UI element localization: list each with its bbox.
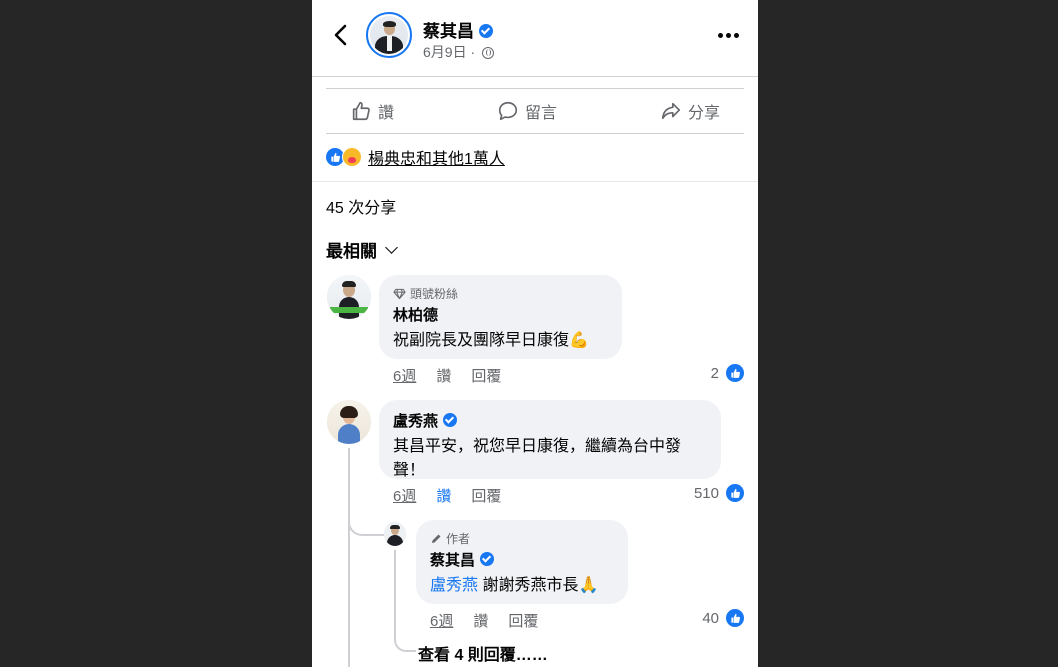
thread-line: [348, 448, 350, 667]
comment-like-count[interactable]: 2: [711, 363, 745, 383]
reply-actions: 6週 讚 回覆: [430, 610, 538, 631]
share-label: 分享: [687, 105, 720, 122]
post-meta: 6月9日 ·: [423, 42, 495, 62]
like-reaction-icon: [725, 483, 745, 503]
chevron-down-icon: [385, 241, 398, 254]
reply-time[interactable]: 6週: [430, 610, 453, 631]
reply-text-row: 盧秀燕 謝謝秀燕市長🙏: [430, 574, 614, 598]
commenter-name[interactable]: 盧秀燕: [393, 413, 438, 430]
badge-label: 作者: [446, 532, 471, 546]
share-arrow-icon: [661, 102, 681, 120]
like-reaction-icon: [725, 608, 745, 628]
author-avatar[interactable]: [366, 12, 412, 58]
comment-sort-dropdown[interactable]: 最相關: [326, 237, 398, 262]
comment-label: 留言: [524, 105, 557, 122]
author-badge: 作者: [430, 530, 614, 547]
author-name[interactable]: 蔡其昌: [423, 22, 474, 41]
reply-reply-button[interactable]: 回覆: [508, 610, 538, 631]
reply-like-button[interactable]: 讚: [473, 610, 488, 631]
share-button[interactable]: 分享: [636, 99, 744, 123]
reply-author-avatar[interactable]: [384, 522, 406, 546]
comment-button[interactable]: 留言: [473, 99, 581, 123]
verified-icon: [443, 413, 458, 427]
more-options-icon[interactable]: [718, 26, 740, 44]
comment-text: 其昌平安，祝您早日康復，繼續為台中發聲！: [393, 438, 682, 479]
comment-actions: 6週 讚 回覆: [393, 485, 501, 506]
mention-link[interactable]: 盧秀燕: [430, 577, 478, 594]
comment-reply-button[interactable]: 回覆: [471, 485, 501, 506]
reply-bubble: 作者 蔡其昌 盧秀燕 謝謝秀燕市長🙏: [416, 520, 628, 604]
thread-connector: [348, 518, 386, 536]
reply-like-count[interactable]: 40: [702, 608, 745, 628]
verified-icon: [479, 24, 493, 38]
reply-text: 謝謝秀燕市長🙏: [478, 577, 599, 594]
like-label: 讚: [378, 105, 395, 122]
comment-like-count[interactable]: 510: [694, 483, 745, 503]
globe-icon: [482, 47, 495, 59]
sort-label: 最相關: [326, 242, 377, 261]
verified-icon: [480, 552, 495, 566]
like-button[interactable]: 讚: [326, 99, 418, 123]
comment-actions: 6週 讚 回覆: [393, 365, 501, 386]
divider: [312, 181, 758, 182]
commenter-name[interactable]: 林柏德: [393, 304, 608, 325]
comment-reply-button[interactable]: 回覆: [471, 365, 501, 386]
like-count: 510: [693, 484, 719, 502]
reactions-summary[interactable]: 楊典忠和其他1萬人: [326, 144, 505, 170]
care-reaction-icon: [342, 147, 362, 167]
like-count: 2: [710, 364, 719, 382]
reactions-text[interactable]: 楊典忠和其他1萬人: [368, 145, 505, 169]
reply-thread-connector: [394, 630, 416, 652]
post-screen: 蔡其昌 6月9日 · 讚 留言 分享 楊典忠和其他1萬人 45 次分享 最相關 …: [312, 0, 758, 667]
commenter-avatar[interactable]: [327, 275, 371, 319]
post-action-bar: 讚 留言 分享: [326, 88, 744, 134]
comment-text: 祝副院長及團隊早日康復💪: [393, 332, 589, 349]
comment-bubble-icon: [498, 101, 518, 121]
top-fan-badge: 頭號粉絲: [393, 285, 608, 302]
badge-label: 頭號粉絲: [410, 287, 459, 301]
diamond-icon: [393, 288, 406, 299]
view-more-replies[interactable]: 查看 4 則回覆……: [418, 641, 548, 665]
comment-like-button[interactable]: 讚: [436, 485, 451, 506]
thumbs-up-icon: [352, 101, 370, 121]
comment-time[interactable]: 6週: [393, 485, 416, 506]
like-count: 40: [702, 609, 719, 627]
post-header: 蔡其昌 6月9日 ·: [312, 0, 758, 77]
share-count[interactable]: 45 次分享: [326, 194, 396, 218]
commenter-avatar[interactable]: [327, 400, 371, 444]
reply-thread-line: [394, 550, 396, 632]
comment-time[interactable]: 6週: [393, 365, 416, 386]
post-date[interactable]: 6月9日 ·: [423, 44, 475, 60]
reply-author-name[interactable]: 蔡其昌: [430, 552, 475, 569]
comment-bubble: 盧秀燕 其昌平安，祝您早日康復，繼續為台中發聲！: [379, 400, 721, 479]
comment-bubble: 頭號粉絲 林柏德 祝副院長及團隊早日康復💪: [379, 275, 622, 359]
author-name-row[interactable]: 蔡其昌: [423, 17, 493, 42]
commenter-name-row[interactable]: 盧秀燕: [393, 410, 707, 431]
like-reaction-icon: [725, 363, 745, 383]
back-arrow-icon[interactable]: [330, 22, 352, 48]
comment-like-button[interactable]: 讚: [436, 365, 451, 386]
reply-name-row[interactable]: 蔡其昌: [430, 549, 614, 570]
pencil-icon: [432, 534, 441, 543]
